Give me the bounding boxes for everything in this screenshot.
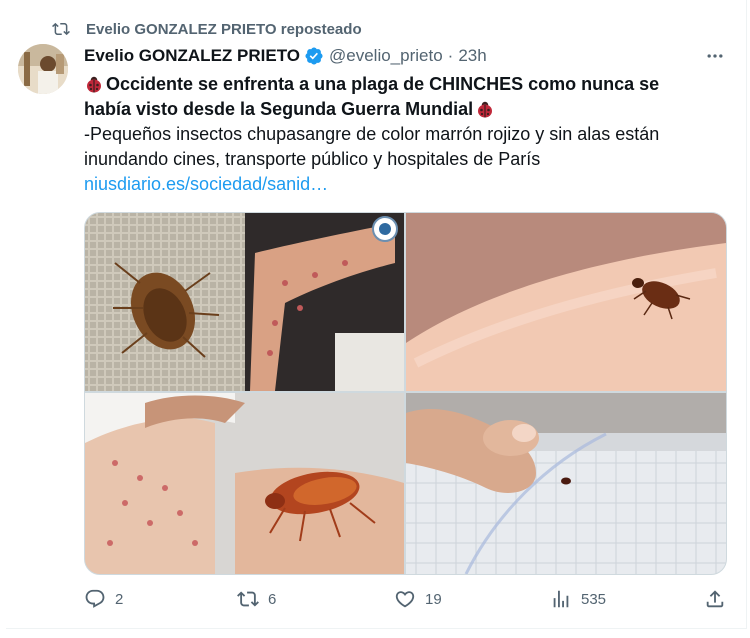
headline-text-1: Occidente se enfrenta a una plaga de CHI… xyxy=(106,74,660,94)
reply-button[interactable]: 2 xyxy=(84,588,123,610)
headline-line-1: Occidente se enfrenta a una plaga de CHI… xyxy=(84,72,724,97)
timestamp[interactable]: 23h xyxy=(458,46,486,66)
repost-count: 6 xyxy=(268,590,277,608)
social-context-label: Evelio GONZALEZ PRIETO reposteado xyxy=(86,20,362,38)
avatar[interactable] xyxy=(18,44,68,94)
reply-icon xyxy=(85,589,105,608)
media-image-3[interactable] xyxy=(85,393,404,574)
author-handle[interactable]: @evelio_prieto xyxy=(329,46,443,66)
repost-icon xyxy=(237,591,259,607)
body-line-1: -Pequeños insectos chupasangre de color … xyxy=(84,124,660,144)
heart-icon xyxy=(395,591,415,608)
headline-line-2: había visto desde la Segunda Guerra Mund… xyxy=(84,97,724,122)
social-context[interactable]: Evelio GONZALEZ PRIETO reposteado xyxy=(52,18,362,40)
share-icon xyxy=(706,590,724,608)
tweet-header: Evelio GONZALEZ PRIETO @evelio_prieto · … xyxy=(84,44,487,68)
more-icon xyxy=(707,54,723,58)
ladybug-icon xyxy=(478,101,493,118)
more-options-button[interactable] xyxy=(703,46,727,66)
action-bar: 2 6 19 535 xyxy=(84,588,727,614)
media-image-1[interactable] xyxy=(85,213,404,391)
repost-icon xyxy=(52,22,70,36)
verified-badge-icon[interactable] xyxy=(304,46,324,66)
repost-button[interactable]: 6 xyxy=(237,588,276,610)
headline-text-2: había visto desde la Segunda Guerra Mund… xyxy=(84,99,474,119)
views-icon xyxy=(553,590,569,608)
media-image-4[interactable] xyxy=(406,393,726,574)
share-button[interactable] xyxy=(704,588,735,610)
media-image-2[interactable] xyxy=(406,213,726,391)
separator-dot: · xyxy=(447,46,454,65)
like-count: 19 xyxy=(425,590,442,608)
article-link[interactable]: niusdiario.es/sociedad/sanid… xyxy=(84,172,724,197)
like-button[interactable]: 19 xyxy=(394,588,442,610)
ladybug-icon xyxy=(87,76,101,93)
reply-count: 2 xyxy=(115,590,124,608)
author-name[interactable]: Evelio GONZALEZ PRIETO xyxy=(84,46,300,66)
body-line-2: inundando cines, transporte público y ho… xyxy=(84,149,541,169)
tweet-text: Occidente se enfrenta a una plaga de CHI… xyxy=(84,72,724,197)
views-button[interactable]: 535 xyxy=(550,588,606,610)
view-count: 535 xyxy=(581,590,607,608)
media-grid xyxy=(84,212,727,575)
